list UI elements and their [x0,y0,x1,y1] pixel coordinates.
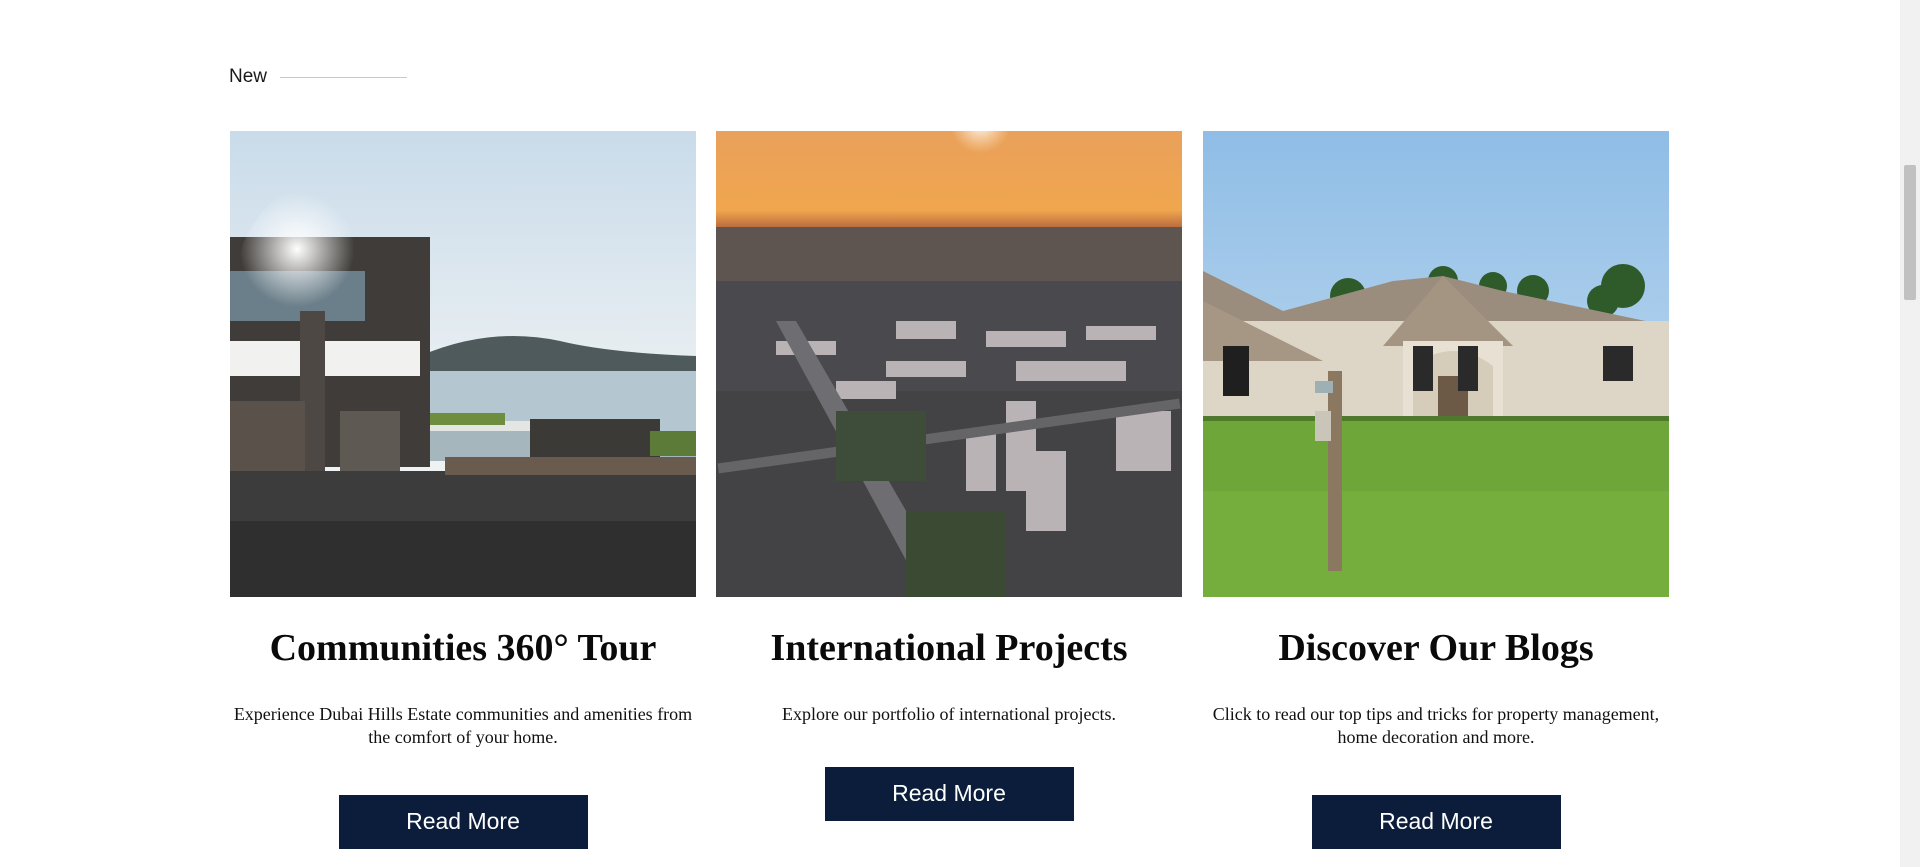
page: New Communities 360° Tour Experience Dub… [0,0,1900,867]
house-lawn-image[interactable] [1203,131,1669,597]
section-label: New [229,66,268,87]
card-description: Click to read our top tips and tricks fo… [1212,703,1660,747]
read-more-button[interactable]: Read More [824,766,1074,821]
card-title: Communities 360° Tour [269,627,657,669]
villa-sea-image[interactable] [230,131,696,597]
city-sunset-image[interactable] [716,131,1182,597]
section-divider [280,76,408,78]
vertical-scrollbar[interactable] [1900,0,1920,867]
scrollbar-thumb[interactable] [1904,165,1916,300]
card-discover-blogs: Discover Our Blogs Click to read our top… [1203,131,1669,849]
section-header: New [229,66,408,88]
card-description: Experience Dubai Hills Estate communitie… [233,703,693,747]
read-more-button[interactable]: Read More [1311,794,1561,849]
card-communities-tour: Communities 360° Tour Experience Dubai H… [230,131,696,849]
card-international-projects: International Projects Explore our portf… [716,131,1182,821]
card-title: International Projects [770,627,1128,669]
card-description: Explore our portfolio of international p… [782,703,1116,724]
read-more-button[interactable]: Read More [338,794,588,849]
card-title: Discover Our Blogs [1278,627,1594,669]
